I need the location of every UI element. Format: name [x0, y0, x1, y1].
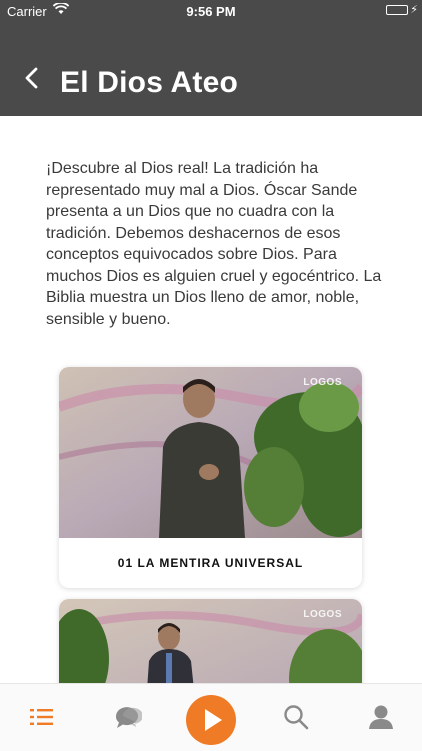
status-time: 9:56 PM	[186, 4, 236, 19]
episode-title: 01 LA MENTIRA UNIVERSAL	[117, 556, 304, 570]
profile-icon	[369, 705, 393, 729]
chevron-left-icon	[25, 67, 38, 89]
tab-search[interactable]	[281, 702, 311, 732]
logos-watermark: LOGOS	[303, 377, 342, 388]
battery-icon	[386, 5, 408, 15]
list-icon	[30, 709, 53, 725]
tab-chat[interactable]	[112, 702, 143, 732]
header: Carrier 9:56 PM ⚡ El Dios Ateo	[0, 0, 422, 116]
tab-list[interactable]	[27, 702, 57, 732]
chat-icon	[115, 707, 143, 728]
page-title: El Dios Ateo	[60, 66, 238, 99]
logos-watermark: LOGOS	[303, 609, 342, 620]
status-bar: Carrier 9:56 PM ⚡	[0, 0, 422, 22]
play-icon	[205, 709, 222, 731]
back-button[interactable]	[22, 64, 46, 94]
episode-card[interactable]: LOGOS 01 LA MENTIRA UNIVERSAL	[59, 367, 362, 588]
series-description: ¡Descubre al Dios real! La tradición ha …	[46, 160, 382, 328]
charging-icon: ⚡	[410, 4, 418, 16]
tab-profile[interactable]	[366, 702, 396, 732]
episode-thumbnail[interactable]: LOGOS	[59, 367, 362, 538]
play-button[interactable]	[186, 695, 236, 745]
search-icon	[284, 705, 309, 730]
tab-bar	[0, 683, 422, 751]
